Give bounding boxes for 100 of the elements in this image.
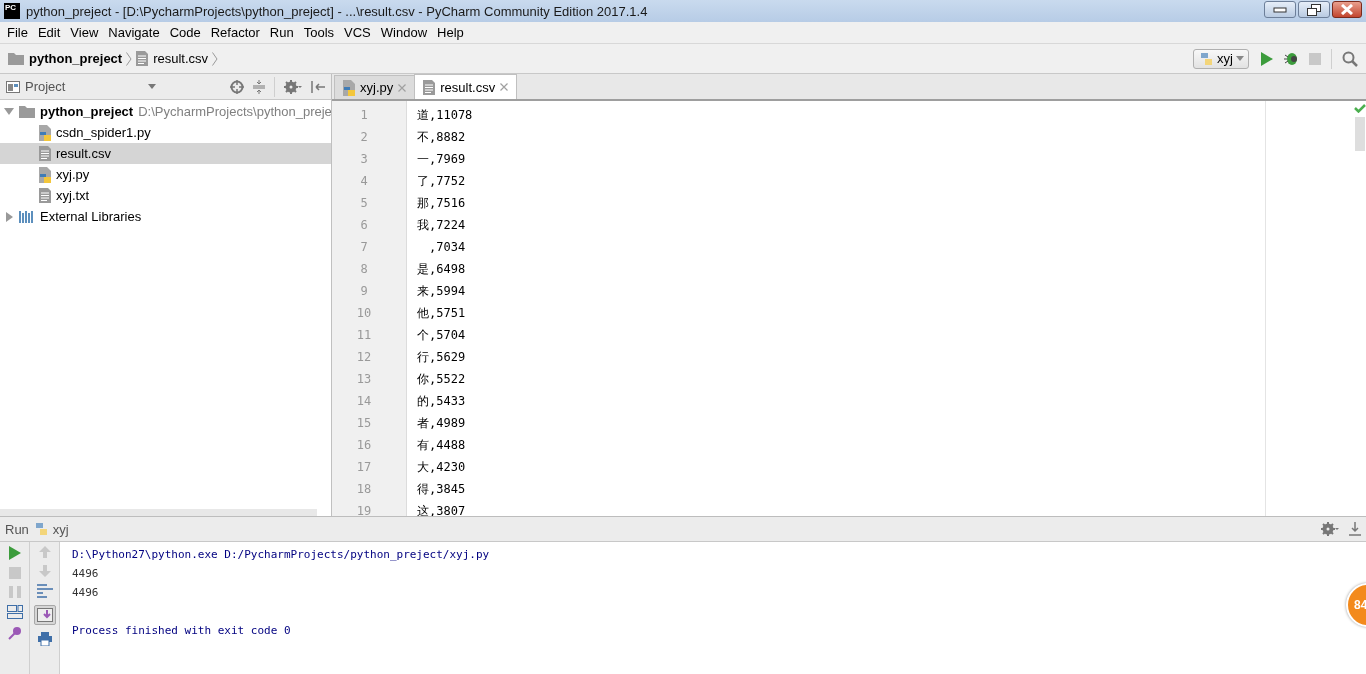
hide-panel-icon[interactable]: [311, 80, 325, 93]
wrap-lines-icon[interactable]: [36, 584, 53, 598]
code-line: 他,5751: [417, 306, 466, 320]
tree-item[interactable]: csdn_spider1.py: [0, 122, 331, 143]
tree-item[interactable]: python_preject D:\PycharmProjects\python_preje: [0, 101, 331, 122]
project-view-icon: [6, 80, 20, 93]
chevron-icon: [212, 51, 219, 66]
debug-bug-icon[interactable]: [1283, 51, 1299, 66]
line-number: 1: [359, 107, 369, 124]
tree-item[interactable]: xyj.txt: [0, 185, 331, 206]
code-line: ,7034: [428, 240, 466, 254]
close-button[interactable]: [1332, 1, 1362, 18]
menu-item[interactable]: Tools: [298, 25, 340, 40]
menu-item[interactable]: Window: [375, 25, 433, 40]
vertical-scrollbar[interactable]: [1355, 117, 1365, 151]
line-number: 6: [359, 217, 369, 234]
minimize-icon: [1273, 6, 1287, 13]
python-file-icon: [343, 79, 355, 96]
menu-item[interactable]: Code: [164, 25, 206, 40]
line-number: 5: [359, 195, 369, 212]
collapsed-arrow-icon[interactable]: [5, 211, 13, 222]
rerun-icon[interactable]: [8, 546, 21, 560]
line-number: 11: [355, 327, 373, 344]
breadcrumb[interactable]: python_preject: [29, 51, 123, 66]
folder-icon: [8, 52, 24, 65]
run-configuration-dropdown[interactable]: xyj: [1193, 48, 1249, 69]
editor-tab[interactable]: result.csv: [414, 74, 518, 99]
python-icon: [1198, 50, 1215, 67]
console-output-line: D:\Python27\python.exe D:/PycharmProjects/python_preject/xyj.py: [72, 547, 491, 563]
line-number: 18: [355, 481, 373, 498]
code-line: 那,7516: [417, 196, 466, 210]
menu-item[interactable]: Run: [264, 25, 299, 40]
tree-item[interactable]: result.csv: [0, 143, 331, 164]
expanded-arrow-icon[interactable]: [4, 108, 14, 115]
menu-item[interactable]: VCS: [339, 25, 376, 40]
restore-button[interactable]: [1298, 1, 1330, 18]
breadcrumb[interactable]: result.csv: [153, 51, 209, 66]
hide-panel-icon[interactable]: [1349, 522, 1361, 536]
tab-close-icon[interactable]: [500, 83, 509, 91]
menu-item[interactable]: View: [65, 25, 104, 40]
console-output-line: 4496: [72, 585, 100, 601]
close-icon: [1340, 4, 1354, 15]
pin-icon[interactable]: [7, 626, 22, 640]
panel-title[interactable]: Run: [5, 521, 29, 537]
code-line: 了,7752: [417, 174, 466, 188]
minimize-button[interactable]: [1264, 1, 1296, 18]
tree-item-label: result.csv: [56, 146, 111, 161]
line-number: 12: [355, 349, 373, 366]
chevron-icon: [126, 51, 133, 66]
editor-tab[interactable]: xyj.py: [334, 75, 416, 99]
scroll-to-end-icon: [36, 608, 53, 622]
scroll-to-end-button[interactable]: [33, 605, 56, 625]
tree-item[interactable]: External Libraries: [0, 206, 331, 227]
window-title: python_preject - [D:\PycharmProjects\python_preject] - ...\result.csv - PyCharm Community Edition 2017.1.4: [26, 3, 649, 19]
menu-item[interactable]: File: [2, 25, 33, 40]
menu-item[interactable]: Help: [432, 25, 469, 40]
code-line: 一,7969: [417, 152, 466, 166]
search-icon[interactable]: [1342, 50, 1358, 67]
menu-item[interactable]: Navigate: [103, 25, 165, 40]
line-number: 9: [359, 283, 369, 300]
code-line: 得,3845: [417, 482, 466, 496]
tree-item-label: xyj.txt: [56, 188, 90, 203]
collapse-all-icon[interactable]: [253, 79, 265, 94]
line-number: 13: [355, 371, 373, 388]
tab-close-icon[interactable]: [398, 83, 407, 92]
settings-icon[interactable]: [284, 79, 302, 94]
tree-item-label: External Libraries: [40, 209, 142, 224]
text-file-icon: [39, 188, 51, 203]
check-icon: [1354, 104, 1366, 113]
panel-title[interactable]: Project: [25, 79, 66, 94]
settings-icon[interactable]: [1321, 522, 1339, 536]
tree-item-label: python_preject: [40, 104, 134, 119]
line-number: 15: [355, 415, 373, 432]
horizontal-scrollbar[interactable]: [0, 509, 317, 516]
code-line: 有,4488: [417, 438, 466, 452]
folder-path: D:\PycharmProjects\python_preje: [138, 104, 331, 119]
python-file-icon: [39, 124, 51, 141]
run-icon[interactable]: [1261, 51, 1273, 66]
run-tab-label[interactable]: xyj: [52, 521, 69, 537]
line-number: 3: [359, 151, 369, 168]
line-number: 4: [359, 173, 369, 190]
console-output-line: 4496: [72, 566, 100, 582]
text-file-icon: [39, 146, 51, 161]
text-file-icon: [423, 79, 436, 95]
crosshair-icon[interactable]: [230, 79, 244, 94]
print-icon[interactable]: [37, 632, 52, 646]
code-line: 大,4230: [417, 460, 466, 474]
library-icon: [19, 210, 35, 223]
app-logo: PC: [4, 3, 20, 19]
restore-icon: [1307, 3, 1321, 16]
line-number: 17: [355, 459, 373, 476]
python-file-icon: [39, 166, 51, 183]
tree-item[interactable]: xyj.py: [0, 164, 331, 185]
line-number: 2: [359, 129, 369, 146]
menu-item[interactable]: Refactor: [205, 25, 265, 40]
menu-item[interactable]: Edit: [32, 25, 66, 40]
caret-icon: [1236, 56, 1244, 61]
caret-icon[interactable]: [148, 84, 156, 89]
layout-icon[interactable]: [6, 605, 23, 619]
folder-icon: [19, 105, 35, 118]
